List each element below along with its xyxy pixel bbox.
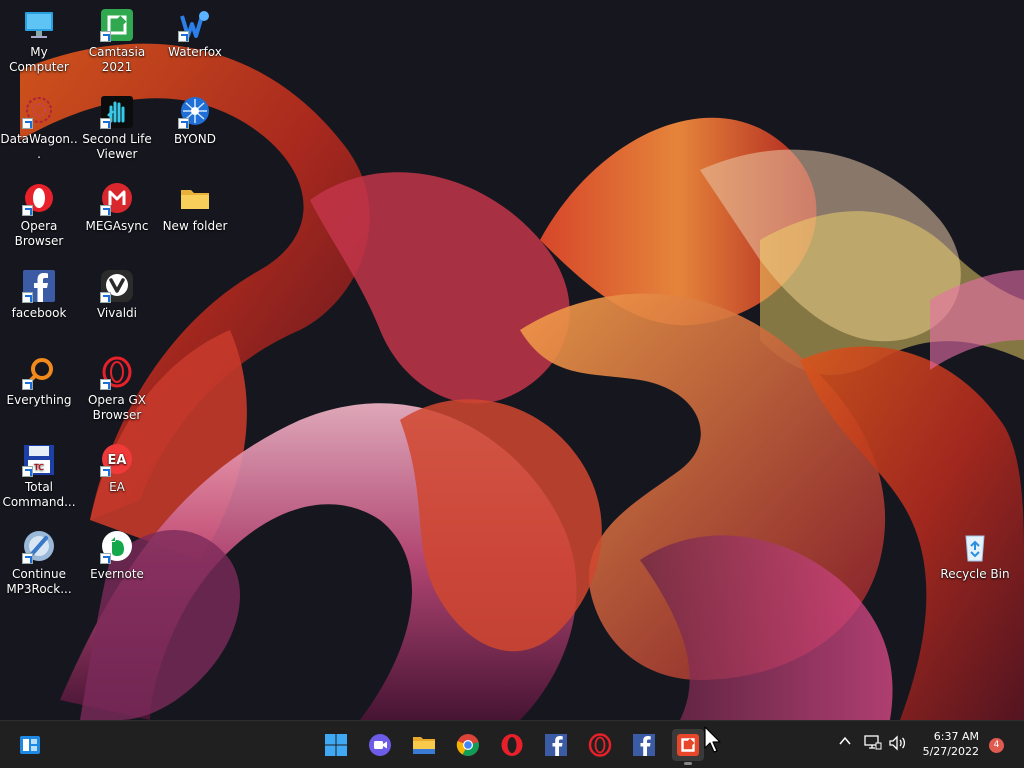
icon-label: Opera Browser (14, 219, 64, 248)
desktop-icon-everything[interactable]: Everything (0, 356, 78, 408)
video-chat-icon (369, 734, 391, 756)
ea-icon: EA (100, 443, 134, 477)
desktop-icon-opera-gx[interactable]: Opera GX Browser (78, 356, 156, 423)
taskbar-facebook-button[interactable] (540, 729, 572, 761)
icon-label: Opera GX Browser (87, 393, 147, 422)
opera-icon (22, 182, 56, 216)
taskbar-chrome-button[interactable] (452, 729, 484, 761)
total-commander-icon: TC (22, 443, 56, 477)
taskbar-opera-button[interactable] (496, 729, 528, 761)
datawagon-icon (22, 95, 56, 129)
chevron-up-icon (839, 736, 851, 745)
opera-gx-icon (588, 733, 612, 757)
clock-time: 6:37 AM (933, 730, 979, 743)
notification-badge[interactable]: 4 (989, 738, 1004, 753)
network-icon (864, 735, 882, 750)
icon-label: Total Command... (2, 480, 76, 509)
desktop-icon-vivaldi[interactable]: Vivaldi (78, 269, 156, 321)
taskbar-opera-gx-button[interactable] (584, 729, 616, 761)
tray-overflow-chevron[interactable] (838, 734, 852, 752)
opera-icon (501, 734, 523, 756)
network-status[interactable] (864, 735, 882, 755)
monitor-icon (22, 8, 56, 42)
facebook-icon (22, 269, 56, 303)
svg-text:TC: TC (33, 463, 44, 472)
icon-label: Camtasia 2021 (88, 45, 146, 74)
desktop-icon-megasync[interactable]: MEGAsync (78, 182, 156, 234)
desktop-icon-second-life[interactable]: Second Life Viewer (78, 95, 156, 162)
widgets-button[interactable] (14, 729, 46, 761)
facebook-icon (633, 734, 655, 756)
taskbar-file-explorer-button[interactable] (408, 729, 440, 761)
recycle-bin-icon (958, 530, 992, 564)
icon-label: Evernote (90, 567, 144, 581)
camtasia-icon (677, 734, 699, 756)
second-life-icon (100, 95, 134, 129)
icon-label: New folder (162, 219, 228, 233)
desktop-icon-new-folder[interactable]: New folder (156, 182, 234, 234)
evernote-icon (100, 530, 134, 564)
taskbar-clock[interactable]: 6:37 AM 5/27/2022 (919, 729, 979, 759)
icon-label: EA (109, 480, 125, 494)
mega-icon (100, 182, 134, 216)
folder-icon (413, 737, 435, 754)
volume-control[interactable] (888, 735, 908, 755)
icon-label: Second Life Viewer (82, 132, 152, 161)
desktop-icon-waterfox[interactable]: Waterfox (156, 8, 234, 60)
desktop-icon-datawagon[interactable]: DataWagon... (0, 95, 78, 162)
icon-label: Waterfox (168, 45, 222, 59)
icon-label: My Computer (9, 45, 69, 74)
desktop-icon-camtasia[interactable]: Camtasia 2021 (78, 8, 156, 75)
mp3rocket-icon (22, 530, 56, 564)
everything-icon (22, 356, 56, 390)
icon-label: Recycle Bin (940, 567, 1010, 581)
taskbar-meet-button[interactable] (364, 729, 396, 761)
desktop-icon-ea[interactable]: EA EA (78, 443, 156, 495)
folder-icon (178, 182, 212, 216)
desktop-icon-my-computer[interactable]: My Computer (0, 8, 78, 75)
icon-label: Continue MP3Rock... (6, 567, 72, 596)
desktop-icon-recycle-bin[interactable]: Recycle Bin (936, 530, 1014, 582)
icon-label: facebook (11, 306, 67, 320)
taskbar-start-button[interactable] (320, 729, 352, 761)
chrome-icon (456, 734, 479, 756)
desktop-icon-byond[interactable]: BYOND (156, 95, 234, 147)
windows-start-icon (325, 734, 347, 756)
vivaldi-icon (100, 269, 134, 303)
volume-icon (889, 735, 906, 751)
desktop-icon-mp3rocket[interactable]: Continue MP3Rock... (0, 530, 78, 597)
desktop-icon-facebook[interactable]: facebook (0, 269, 78, 321)
camtasia-icon (100, 8, 134, 42)
facebook-icon (545, 734, 567, 756)
icon-label: BYOND (174, 132, 216, 146)
icon-label: DataWagon... (0, 132, 78, 161)
waterfox-icon (178, 8, 212, 42)
taskbar-facebook-button-2[interactable] (628, 729, 660, 761)
icon-label: Vivaldi (96, 306, 138, 320)
widgets-icon (20, 736, 40, 754)
byond-icon (178, 95, 212, 129)
icon-label: MEGAsync (85, 219, 149, 233)
opera-gx-icon (100, 356, 134, 390)
taskbar: 6:37 AM 5/27/2022 4 (0, 720, 1024, 768)
desktop-icon-opera[interactable]: Opera Browser (0, 182, 78, 249)
desktop-icon-total-commander[interactable]: TC Total Command... (0, 443, 78, 510)
clock-date: 5/27/2022 (922, 745, 979, 758)
taskbar-camtasia-button[interactable] (672, 729, 704, 765)
desktop-icon-evernote[interactable]: Evernote (78, 530, 156, 582)
icon-label: Everything (6, 393, 72, 407)
mouse-cursor-icon (704, 726, 721, 753)
